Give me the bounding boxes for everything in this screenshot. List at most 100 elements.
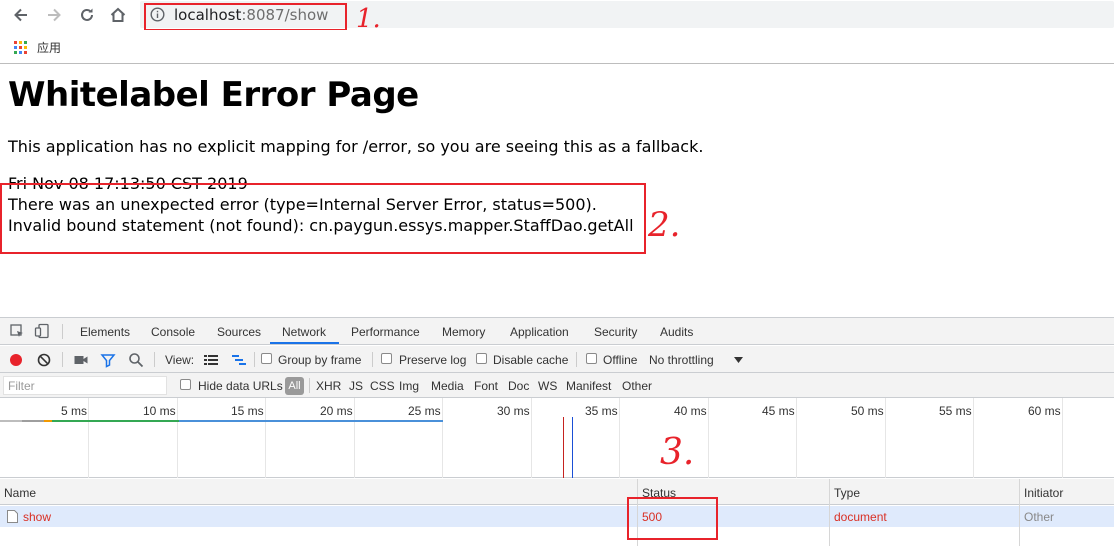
request-name[interactable]: show (23, 510, 51, 524)
timeline-tick: 30 ms (497, 404, 530, 418)
timeline-tick: 40 ms (674, 404, 707, 418)
forward-button[interactable] (42, 3, 66, 27)
load-event-marker (563, 417, 564, 478)
timeline-tick: 10 ms (143, 404, 176, 418)
column-name[interactable]: Name (4, 486, 36, 500)
apps-label: 应用 (37, 41, 62, 55)
bookmarks-bar: 应用 (0, 30, 1114, 64)
page-content: Whitelabel Error Page This application h… (0, 65, 1114, 317)
reload-icon (81, 8, 93, 21)
timeline-tick: 45 ms (762, 404, 795, 418)
large-rows-icon[interactable] (203, 352, 219, 368)
devtools-panel: Elements Console Sources Network Perform… (0, 317, 1114, 546)
type-filter-css[interactable]: CSS (370, 379, 395, 393)
timeline-tick: 20 ms (320, 404, 353, 418)
table-row[interactable]: show 500 document Other (0, 506, 1114, 527)
type-filter-manifest[interactable]: Manifest (566, 379, 611, 393)
tab-console[interactable]: Console (151, 325, 195, 339)
network-overview-timeline[interactable]: 5 ms 10 ms 15 ms 20 ms 25 ms 30 ms 35 ms… (0, 398, 1114, 478)
inspect-element-icon[interactable] (9, 323, 25, 339)
request-table-header: Name Status Type Initiator (0, 479, 1114, 505)
url-text[interactable]: localhost:8087/show (174, 6, 328, 24)
apps-grid-icon (14, 41, 27, 54)
page-title: Whitelabel Error Page (8, 75, 419, 115)
column-type[interactable]: Type (834, 486, 860, 500)
timeline-bar-connect (44, 420, 52, 422)
request-type: document (834, 510, 887, 524)
tab-memory[interactable]: Memory (442, 325, 485, 339)
preserve-log-checkbox[interactable] (381, 353, 392, 364)
timeline-tick: 60 ms (1028, 404, 1061, 418)
request-initiator: Other (1024, 510, 1055, 524)
tab-elements[interactable]: Elements (80, 325, 130, 339)
active-tab-indicator (270, 342, 339, 344)
type-filter-js[interactable]: JS (349, 379, 363, 393)
clear-icon[interactable] (36, 352, 52, 368)
timeline-bar-waiting (52, 420, 179, 422)
hide-data-urls-label: Hide data URLs (198, 379, 283, 393)
browser-toolbar: localhost:8087/show (0, 0, 1114, 30)
intro-text: This application has no explicit mapping… (8, 137, 704, 156)
address-bar[interactable]: localhost:8087/show (140, 1, 1114, 28)
waterfall-icon[interactable] (231, 352, 247, 368)
type-filter-doc[interactable]: Doc (508, 379, 529, 393)
group-by-frame-label: Group by frame (278, 353, 362, 367)
hide-data-urls-checkbox[interactable] (180, 379, 191, 390)
error-line: There was an unexpected error (type=Inte… (8, 195, 597, 214)
forward-arrow-icon (48, 8, 61, 22)
tab-application[interactable]: Application (510, 325, 569, 339)
tab-network[interactable]: Network (282, 325, 326, 339)
throttling-select[interactable]: No throttling (649, 353, 714, 367)
record-icon[interactable] (8, 352, 24, 368)
back-button[interactable] (9, 3, 33, 27)
type-filter-xhr[interactable]: XHR (316, 379, 341, 393)
type-filter-other[interactable]: Other (622, 379, 652, 393)
devtools-tab-bar: Elements Console Sources Network Perform… (0, 318, 1114, 345)
timeline-tick: 25 ms (408, 404, 441, 418)
timeline-tick: 50 ms (851, 404, 884, 418)
url-path: :8087/show (241, 6, 329, 24)
column-initiator[interactable]: Initiator (1024, 486, 1063, 500)
apps-shortcut[interactable]: 应用 (14, 39, 61, 56)
offline-label: Offline (603, 353, 638, 367)
reload-button[interactable] (75, 3, 99, 27)
type-filter-img[interactable]: Img (399, 379, 419, 393)
timeline-bar-download (179, 420, 443, 422)
filter-icon[interactable] (100, 352, 116, 368)
dropdown-arrow-icon[interactable] (734, 357, 743, 363)
group-by-frame-checkbox[interactable] (261, 353, 272, 364)
home-button[interactable] (106, 3, 130, 27)
document-icon (7, 510, 18, 523)
timeline-tick: 15 ms (231, 404, 264, 418)
timeline-bar-stalled (0, 420, 22, 422)
back-arrow-icon (14, 8, 27, 22)
timeline-bar-queue (22, 420, 44, 422)
request-status: 500 (642, 510, 663, 524)
search-icon[interactable] (128, 352, 144, 368)
type-filter-font[interactable]: Font (474, 379, 498, 393)
disable-cache-label: Disable cache (493, 353, 569, 367)
tab-performance[interactable]: Performance (351, 325, 420, 339)
network-toolbar: View: Group by frame Preserve log Disabl… (0, 346, 1114, 373)
disable-cache-checkbox[interactable] (476, 353, 487, 364)
error-timestamp: Fri Nov 08 17:13:50 CST 2019 (8, 174, 248, 193)
filter-bar: Filter Hide data URLs All XHR JS CSS Img… (0, 373, 1114, 398)
type-filter-media[interactable]: Media (431, 379, 464, 393)
filter-input[interactable]: Filter (3, 376, 167, 395)
timeline-tick: 35 ms (585, 404, 618, 418)
offline-checkbox[interactable] (586, 353, 597, 364)
tab-sources[interactable]: Sources (217, 325, 261, 339)
timeline-tick: 55 ms (939, 404, 972, 418)
type-filter-ws[interactable]: WS (538, 379, 557, 393)
column-status[interactable]: Status (642, 486, 676, 500)
view-label: View: (165, 353, 195, 367)
preserve-log-label: Preserve log (399, 353, 467, 367)
capture-screenshots-icon[interactable] (73, 352, 89, 368)
error-detail: Invalid bound statement (not found): cn.… (8, 216, 634, 235)
tab-security[interactable]: Security (594, 325, 637, 339)
tab-audits[interactable]: Audits (660, 325, 693, 339)
timeline-tick: 5 ms (61, 404, 88, 418)
type-filter-all[interactable]: All (285, 377, 304, 395)
info-icon[interactable] (150, 7, 165, 22)
device-toolbar-icon[interactable] (34, 323, 50, 339)
